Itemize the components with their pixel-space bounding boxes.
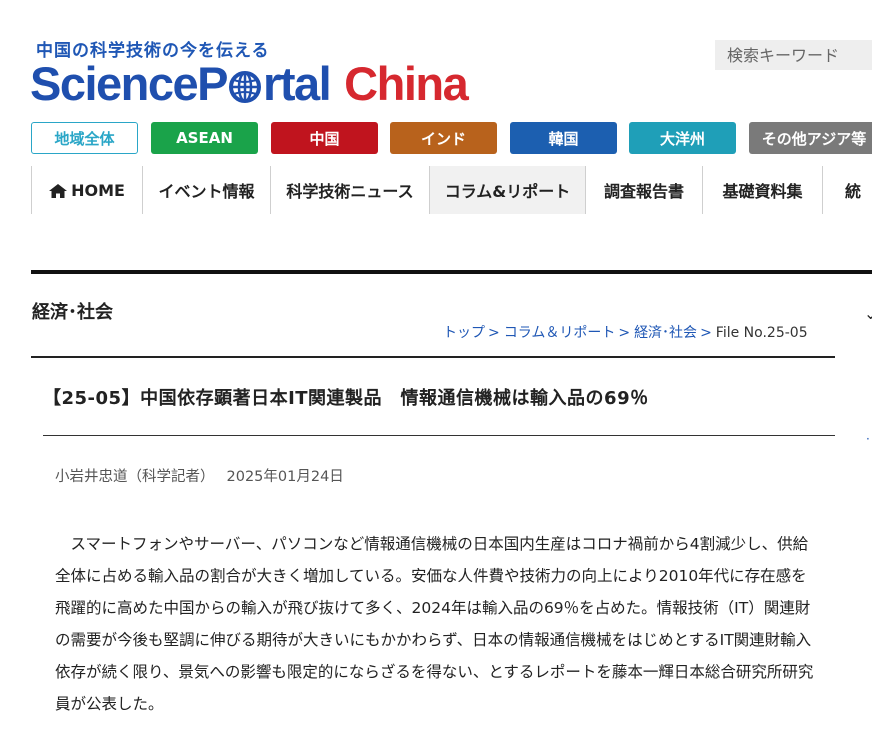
logo-text-science: ScienceP bbox=[30, 57, 229, 110]
region-button-india[interactable]: インド bbox=[390, 122, 497, 154]
region-button-other-asia[interactable]: その他アジア等 bbox=[749, 122, 872, 154]
logo-text-portal: rtal bbox=[263, 57, 332, 110]
breadcrumb-link-econ[interactable]: 経済･社会 bbox=[634, 325, 697, 341]
header-divider bbox=[31, 270, 872, 274]
section-title: 経済･社会 bbox=[32, 302, 113, 323]
logo-text-china: China bbox=[344, 57, 469, 110]
region-button-korea[interactable]: 韓国 bbox=[510, 122, 617, 154]
nav-item-events[interactable]: イベント情報 bbox=[142, 166, 270, 214]
globe-icon bbox=[228, 70, 262, 104]
article-author: 小岩井忠道（科学記者） bbox=[55, 469, 215, 485]
region-button-china[interactable]: 中国 bbox=[271, 122, 378, 154]
article-body: スマートフォンやサーバー、パソコンなど情報通信機械の日本国内生産はコロナ禍前から… bbox=[55, 535, 814, 713]
article-title: 【25-05】中国依存顕著日本IT関連製品 情報通信機械は輸入品の69％ bbox=[43, 388, 649, 409]
breadcrumb-separator: > bbox=[700, 325, 712, 341]
home-icon bbox=[49, 183, 68, 198]
page: 中国の科学技術の今を伝える SciencePrtalChina 地域全体 ASE… bbox=[0, 0, 872, 731]
search-input[interactable] bbox=[715, 40, 872, 70]
nav-item-basic-data[interactable]: 基礎資料集 bbox=[702, 166, 822, 214]
region-button-asean[interactable]: ASEAN bbox=[151, 122, 258, 154]
site-logo[interactable]: ScienceP rtal China bbox=[30, 56, 469, 112]
region-button-all[interactable]: 地域全体 bbox=[31, 122, 138, 154]
article-date: 2025年01月24日 bbox=[226, 469, 344, 485]
article-byline: 小岩井忠道（科学記者） 2025年01月24日 bbox=[55, 465, 356, 486]
nav-item-statistics[interactable]: 統 bbox=[822, 166, 872, 214]
sidebar-marker-icon: · bbox=[866, 432, 870, 446]
chevron-down-icon[interactable]: ⌄ bbox=[864, 304, 872, 323]
nav-item-column-report[interactable]: コラム&リポート bbox=[429, 166, 585, 214]
breadcrumb-separator: > bbox=[488, 325, 500, 341]
nav-item-news[interactable]: 科学技術ニュース bbox=[270, 166, 429, 214]
title-divider bbox=[43, 435, 835, 436]
nav-item-survey-reports[interactable]: 調査報告書 bbox=[585, 166, 702, 214]
breadcrumb: トップ > コラム＆リポート > 経済･社会 > File No.25-05 bbox=[443, 322, 808, 342]
breadcrumb-link-column[interactable]: コラム＆リポート bbox=[504, 325, 616, 341]
section-divider bbox=[31, 356, 835, 358]
breadcrumb-current: File No.25-05 bbox=[715, 325, 808, 341]
region-button-oceania[interactable]: 大洋州 bbox=[629, 122, 736, 154]
nav-item-label: HOME bbox=[71, 180, 125, 200]
main-nav: HOME イベント情報 科学技術ニュース コラム&リポート 調査報告書 基礎資料… bbox=[31, 166, 872, 214]
nav-item-home[interactable]: HOME bbox=[31, 166, 142, 214]
breadcrumb-separator: > bbox=[618, 325, 631, 341]
breadcrumb-link-top[interactable]: トップ bbox=[443, 325, 485, 341]
